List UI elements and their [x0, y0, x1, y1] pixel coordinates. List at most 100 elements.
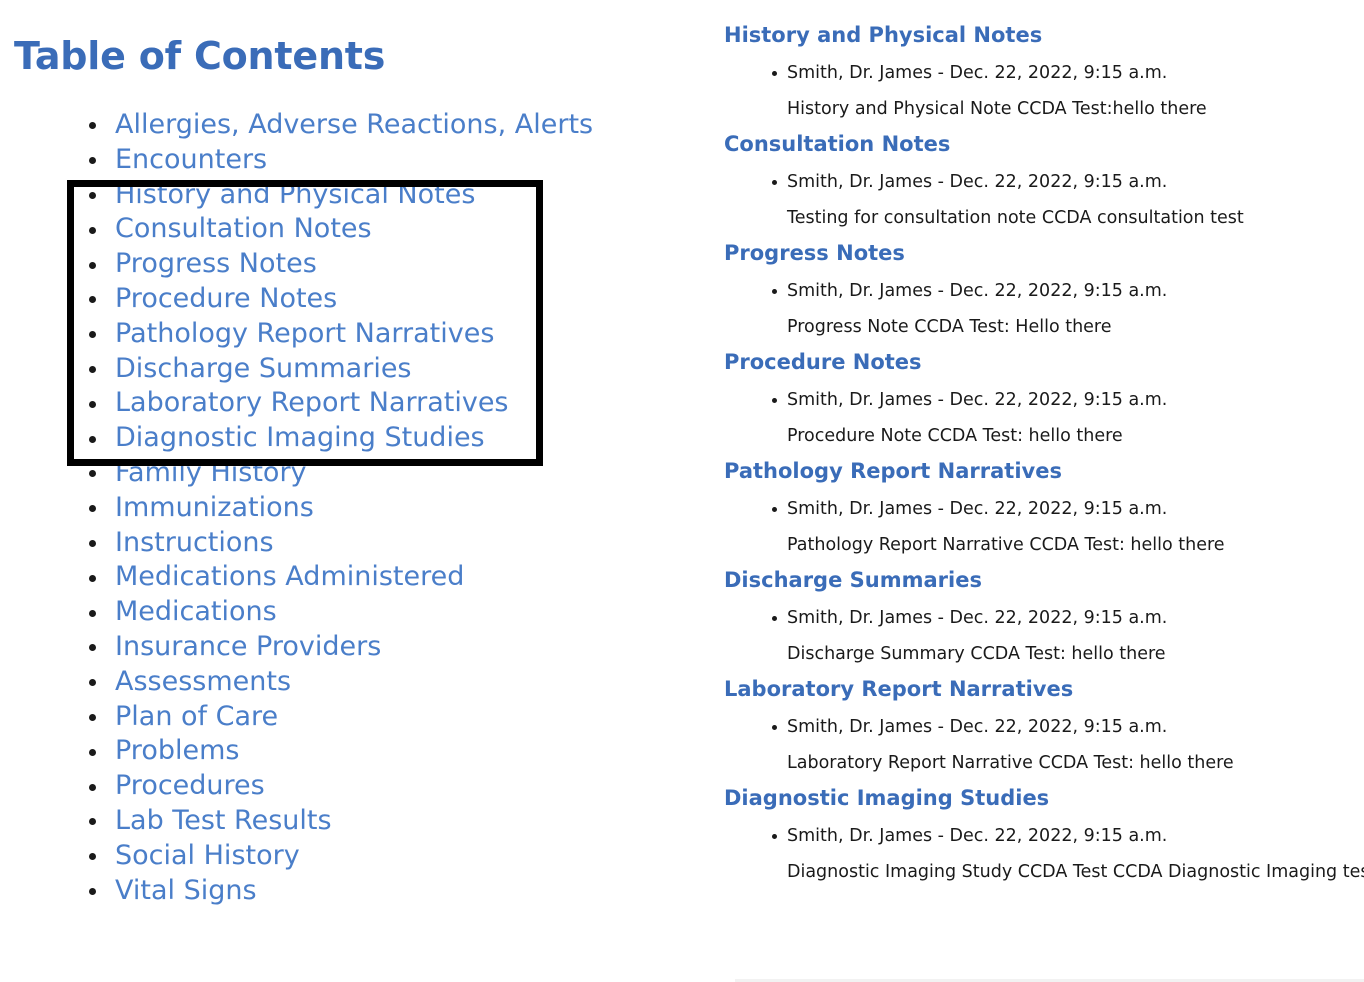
- note-entry: Smith, Dr. James - Dec. 22, 2022, 9:15 a…: [700, 716, 1364, 738]
- note-section-heading[interactable]: History and Physical Notes: [724, 22, 1364, 49]
- bullet-icon: [772, 507, 777, 512]
- toc-item[interactable]: Encounters: [0, 143, 593, 178]
- bullet-icon: [89, 226, 96, 234]
- note-section: Diagnostic Imaging Studies Smith, Dr. Jam…: [700, 785, 1364, 883]
- bullet-icon: [89, 122, 96, 130]
- note-entry: Smith, Dr. James - Dec. 22, 2022, 9:15 a…: [700, 62, 1364, 84]
- bullet-icon: [772, 616, 777, 621]
- note-body-text: Discharge Summary CCDA Test: hello there: [787, 644, 1166, 664]
- bullet-icon: [89, 505, 96, 513]
- note-section-heading[interactable]: Pathology Report Narratives: [724, 458, 1364, 485]
- note-section-heading[interactable]: Procedure Notes: [724, 349, 1364, 376]
- toc-link[interactable]: Social History: [115, 840, 300, 871]
- bullet-icon: [89, 679, 96, 687]
- note-section-heading[interactable]: Discharge Summaries: [724, 567, 1364, 594]
- toc-link[interactable]: Problems: [115, 735, 239, 766]
- toc-item[interactable]: Problems: [0, 734, 593, 769]
- toc-item[interactable]: Discharge Summaries: [0, 352, 593, 387]
- bullet-icon: [772, 289, 777, 294]
- toc-item[interactable]: Progress Notes: [0, 247, 593, 282]
- toc-link[interactable]: Assessments: [115, 666, 291, 697]
- toc-item[interactable]: Medications Administered: [0, 560, 593, 595]
- toc-link[interactable]: Consultation Notes: [115, 213, 372, 244]
- toc-link[interactable]: Procedures: [115, 770, 265, 801]
- toc-item[interactable]: Laboratory Report Narratives: [0, 386, 593, 421]
- note-entry: Smith, Dr. James - Dec. 22, 2022, 9:15 a…: [700, 825, 1364, 847]
- toc-link[interactable]: Vital Signs: [115, 875, 257, 906]
- note-section: Consultation Notes Smith, Dr. James - Dec…: [700, 131, 1364, 229]
- toc-link[interactable]: Plan of Care: [115, 701, 278, 732]
- note-section-heading[interactable]: Consultation Notes: [724, 131, 1364, 158]
- toc-link[interactable]: Laboratory Report Narratives: [115, 387, 509, 418]
- toc-link[interactable]: Family History: [115, 457, 307, 488]
- note-body-text: History and Physical Note CCDA Test:hell…: [787, 99, 1207, 119]
- toc-link[interactable]: Discharge Summaries: [115, 353, 412, 384]
- note-author-and-date: Smith, Dr. James - Dec. 22, 2022, 9:15 a…: [787, 717, 1168, 737]
- toc-item[interactable]: Procedures: [0, 769, 593, 804]
- note-body-text: Progress Note CCDA Test: Hello there: [787, 317, 1112, 337]
- bullet-icon: [89, 470, 96, 478]
- toc-link[interactable]: Allergies, Adverse Reactions, Alerts: [115, 109, 593, 140]
- toc-item[interactable]: Assessments: [0, 665, 593, 700]
- note-section: Progress Notes Smith, Dr. James - Dec. 22…: [700, 240, 1364, 338]
- bullet-icon: [89, 331, 96, 339]
- toc-item[interactable]: Procedure Notes: [0, 282, 593, 317]
- toc-item[interactable]: Family History: [0, 456, 593, 491]
- bullet-icon: [89, 296, 96, 304]
- note-author-and-date: Smith, Dr. James - Dec. 22, 2022, 9:15 a…: [787, 390, 1168, 410]
- bullet-icon: [89, 644, 96, 652]
- note-section: Pathology Report Narratives Smith, Dr. Ja…: [700, 458, 1364, 556]
- toc-link[interactable]: Insurance Providers: [115, 631, 381, 662]
- note-section-heading[interactable]: Diagnostic Imaging Studies: [724, 785, 1364, 812]
- toc-link[interactable]: Medications: [115, 596, 277, 627]
- toc-link[interactable]: Medications Administered: [115, 561, 464, 592]
- note-author-and-date: Smith, Dr. James - Dec. 22, 2022, 9:15 a…: [787, 172, 1168, 192]
- note-section-heading[interactable]: Laboratory Report Narratives: [724, 676, 1364, 703]
- bullet-icon: [89, 435, 96, 443]
- bullet-icon: [772, 180, 777, 185]
- toc-item[interactable]: Pathology Report Narratives: [0, 317, 593, 352]
- note-section: Laboratory Report Narratives Smith, Dr. J…: [700, 676, 1364, 774]
- bullet-icon: [89, 261, 96, 269]
- toc-link[interactable]: Progress Notes: [115, 248, 317, 279]
- toc-item[interactable]: Lab Test Results: [0, 804, 593, 839]
- toc-item[interactable]: Immunizations: [0, 491, 593, 526]
- bullet-icon: [89, 609, 96, 617]
- toc-link[interactable]: Lab Test Results: [115, 805, 332, 836]
- note-section-heading[interactable]: Progress Notes: [724, 240, 1364, 267]
- toc-link[interactable]: Pathology Report Narratives: [115, 318, 494, 349]
- page-title: Table of Contents: [14, 34, 386, 78]
- toc-item[interactable]: Medications: [0, 595, 593, 630]
- toc-item[interactable]: Vital Signs: [0, 874, 593, 909]
- toc-link[interactable]: History and Physical Notes: [115, 179, 475, 210]
- document-page: Table of Contents Allergies, Adverse Rea…: [0, 0, 1364, 982]
- toc-item[interactable]: Insurance Providers: [0, 630, 593, 665]
- note-entry: Smith, Dr. James - Dec. 22, 2022, 9:15 a…: [700, 607, 1364, 629]
- bullet-icon: [772, 725, 777, 730]
- note-section: History and Physical Notes Smith, Dr. Jam…: [700, 22, 1364, 120]
- toc-item[interactable]: Allergies, Adverse Reactions, Alerts: [0, 108, 593, 143]
- toc-item[interactable]: Instructions: [0, 526, 593, 561]
- toc-item[interactable]: Diagnostic Imaging Studies: [0, 421, 593, 456]
- toc-item[interactable]: Plan of Care: [0, 700, 593, 735]
- note-author-and-date: Smith, Dr. James - Dec. 22, 2022, 9:15 a…: [787, 608, 1168, 628]
- toc-link[interactable]: Procedure Notes: [115, 283, 337, 314]
- bullet-icon: [89, 400, 96, 408]
- bullet-icon: [89, 191, 96, 199]
- note-author-and-date: Smith, Dr. James - Dec. 22, 2022, 9:15 a…: [787, 63, 1168, 83]
- toc-link[interactable]: Immunizations: [115, 492, 314, 523]
- note-entry: Smith, Dr. James - Dec. 22, 2022, 9:15 a…: [700, 280, 1364, 302]
- note-body-text: Testing for consultation note CCDA consu…: [787, 208, 1244, 228]
- toc-item[interactable]: Consultation Notes: [0, 212, 593, 247]
- bullet-icon: [89, 887, 96, 895]
- toc-link[interactable]: Diagnostic Imaging Studies: [115, 422, 485, 453]
- toc-link[interactable]: Instructions: [115, 527, 274, 558]
- toc-link[interactable]: Encounters: [115, 144, 267, 175]
- toc-item[interactable]: Social History: [0, 839, 593, 874]
- toc-item[interactable]: History and Physical Notes: [0, 178, 593, 213]
- bullet-icon: [89, 748, 96, 756]
- note-entry: Smith, Dr. James - Dec. 22, 2022, 9:15 a…: [700, 389, 1364, 411]
- note-section: Discharge Summaries Smith, Dr. James - De…: [700, 567, 1364, 665]
- note-body-text: Pathology Report Narrative CCDA Test: he…: [787, 535, 1225, 555]
- note-body-text: Laboratory Report Narrative CCDA Test: h…: [787, 753, 1234, 773]
